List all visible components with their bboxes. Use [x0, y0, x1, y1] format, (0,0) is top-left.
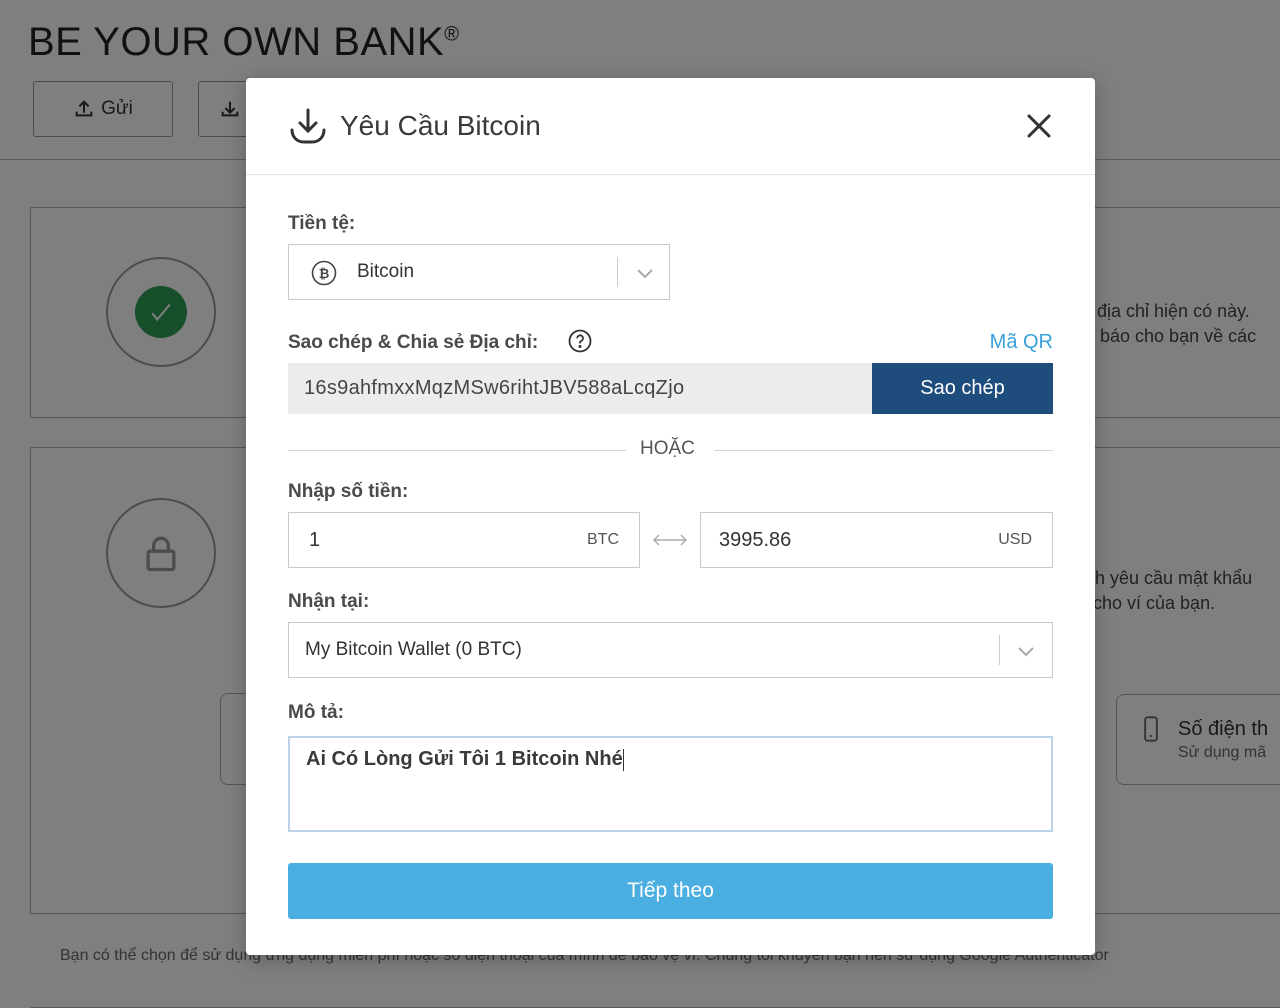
- next-button[interactable]: Tiếp theo: [288, 863, 1053, 919]
- request-bitcoin-modal: Yêu Cầu Bitcoin Tiền tệ: ₿ Bitcoin Sao c…: [246, 78, 1095, 955]
- select-separator: [999, 635, 1000, 665]
- btc-unit: BTC: [587, 531, 619, 548]
- modal-header: Yêu Cầu Bitcoin: [246, 78, 1095, 175]
- qr-code-link[interactable]: Mã QR: [990, 331, 1053, 354]
- amount-label: Nhập số tiền:: [288, 481, 409, 502]
- modal-title: Yêu Cầu Bitcoin: [340, 110, 541, 141]
- copy-button[interactable]: Sao chép: [872, 363, 1053, 414]
- select-separator: [617, 257, 618, 287]
- description-value: Ai Có Lòng Gửi Tôi 1 Bitcoin Nhé: [306, 748, 623, 770]
- swap-arrows-icon: [653, 534, 687, 546]
- or-divider-left: [288, 450, 626, 451]
- close-icon[interactable]: [1023, 110, 1055, 142]
- btc-amount-value: 1: [309, 528, 321, 551]
- bitcoin-address-field[interactable]: 16s9ahfmxxMqzMSw6rihtJBV588aLcqZjo: [288, 363, 872, 414]
- currency-value: Bitcoin: [357, 261, 415, 282]
- receive-wallet-value: My Bitcoin Wallet (0 BTC): [305, 639, 522, 660]
- usd-amount-value: 3995.86: [719, 528, 792, 551]
- svg-text:₿: ₿: [319, 267, 330, 282]
- description-label: Mô tả:: [288, 702, 344, 723]
- usd-unit: USD: [998, 531, 1032, 548]
- currency-select[interactable]: ₿ Bitcoin: [288, 244, 670, 300]
- receive-label: Nhận tại:: [288, 591, 370, 612]
- description-textarea[interactable]: Ai Có Lòng Gửi Tôi 1 Bitcoin Nhé: [288, 736, 1053, 832]
- receive-wallet-select[interactable]: My Bitcoin Wallet (0 BTC): [288, 622, 1053, 678]
- chevron-down-icon[interactable]: [1017, 645, 1035, 657]
- bitcoin-icon: ₿: [311, 260, 337, 286]
- or-divider-right: [714, 450, 1053, 451]
- chevron-down-icon[interactable]: [636, 267, 654, 279]
- help-icon[interactable]: [568, 329, 592, 353]
- download-icon: [290, 108, 326, 144]
- address-label: Sao chép & Chia sẻ Địa chỉ:: [288, 332, 539, 353]
- text-caret: [622, 748, 624, 771]
- or-text: HOẶC: [640, 438, 695, 459]
- btc-amount-input[interactable]: 1 BTC: [288, 512, 640, 568]
- usd-amount-input[interactable]: 3995.86 USD: [700, 512, 1053, 568]
- currency-label: Tiền tệ:: [288, 213, 356, 234]
